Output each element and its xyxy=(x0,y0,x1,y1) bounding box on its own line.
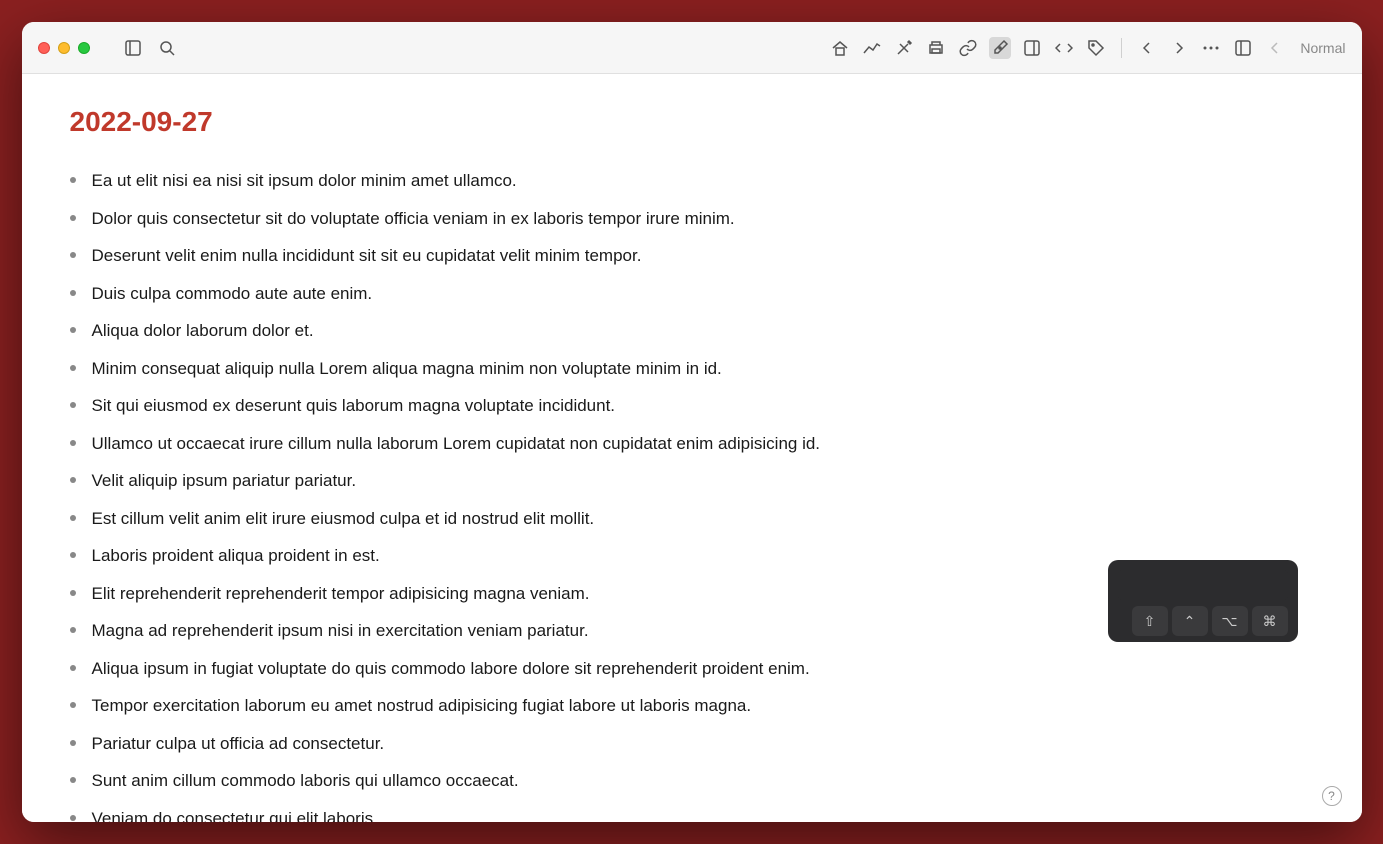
floating-toolbar: ⇧ ⌃ ⌥ ⌘ xyxy=(1108,560,1298,642)
close-button[interactable] xyxy=(38,42,50,54)
list-item: Sunt anim cillum commodo laboris qui ull… xyxy=(70,762,1314,800)
bullet-text: Velit aliquip ipsum pariatur pariatur. xyxy=(92,468,357,494)
panel-icon[interactable] xyxy=(1021,37,1043,59)
bullet-text: Sit qui eiusmod ex deserunt quis laborum… xyxy=(92,393,616,419)
sidebar-toggle-icon[interactable] xyxy=(122,37,144,59)
bullet-text: Deserunt velit enim nulla incididunt sit… xyxy=(92,243,642,269)
traffic-lights xyxy=(38,42,90,54)
bullet-dot xyxy=(70,702,76,708)
ctrl-key-button[interactable]: ⌃ xyxy=(1172,606,1208,636)
bullet-dot xyxy=(70,290,76,296)
bullet-dot xyxy=(70,552,76,558)
bullet-text: Ullamco ut occaecat irure cillum nulla l… xyxy=(92,431,821,457)
toolbar-divider xyxy=(1121,38,1122,58)
date-heading: 2022-09-27 xyxy=(70,106,1314,138)
bullet-dot xyxy=(70,740,76,746)
print-icon[interactable] xyxy=(925,37,947,59)
minimize-button[interactable] xyxy=(58,42,70,54)
bullet-dot xyxy=(70,665,76,671)
titlebar-right-icons: Normal xyxy=(829,37,1345,59)
list-item: Est cillum velit anim elit irure eiusmod… xyxy=(70,500,1314,538)
list-item: Ea ut elit nisi ea nisi sit ipsum dolor … xyxy=(70,162,1314,200)
forward-icon[interactable] xyxy=(1168,37,1190,59)
bullet-text: Aliqua dolor laborum dolor et. xyxy=(92,318,314,344)
list-item: Deserunt velit enim nulla incididunt sit… xyxy=(70,237,1314,275)
bullet-dot xyxy=(70,177,76,183)
titlebar-left-icons xyxy=(122,37,178,59)
bullet-text: Minim consequat aliquip nulla Lorem aliq… xyxy=(92,356,722,382)
tags-icon[interactable] xyxy=(1085,37,1107,59)
list-item: Aliqua dolor laborum dolor et. xyxy=(70,312,1314,350)
bullet-text: Sunt anim cillum commodo laboris qui ull… xyxy=(92,768,519,794)
list-item: Aliqua ipsum in fugiat voluptate do quis… xyxy=(70,650,1314,688)
option-key-button[interactable]: ⌥ xyxy=(1212,606,1248,636)
chart-icon[interactable] xyxy=(861,37,883,59)
bullet-dot xyxy=(70,252,76,258)
bullet-dot xyxy=(70,515,76,521)
home-icon[interactable] xyxy=(829,37,851,59)
help-button[interactable]: ? xyxy=(1322,786,1342,806)
style-back-icon[interactable] xyxy=(1264,37,1286,59)
floating-search-input[interactable] xyxy=(1118,570,1288,600)
normal-style-label[interactable]: Normal xyxy=(1300,40,1345,56)
list-item: Velit aliquip ipsum pariatur pariatur. xyxy=(70,462,1314,500)
back-icon[interactable] xyxy=(1136,37,1158,59)
bullet-text: Est cillum velit anim elit irure eiusmod… xyxy=(92,506,595,532)
shift-key-button[interactable]: ⇧ xyxy=(1132,606,1168,636)
list-item: Veniam do consectetur qui elit laboris xyxy=(70,800,1314,823)
bullet-list: Ea ut elit nisi ea nisi sit ipsum dolor … xyxy=(70,162,1314,822)
bullet-text: Tempor exercitation laborum eu amet nost… xyxy=(92,693,752,719)
titlebar: Normal xyxy=(22,22,1362,74)
cmd-key-button[interactable]: ⌘ xyxy=(1252,606,1288,636)
bullet-dot xyxy=(70,590,76,596)
bullet-text: Duis culpa commodo aute aute enim. xyxy=(92,281,373,307)
code-icon[interactable] xyxy=(1053,37,1075,59)
floating-toolbar-buttons: ⇧ ⌃ ⌥ ⌘ xyxy=(1118,606,1288,636)
app-window: Normal 2022-09-27 Ea ut elit nisi ea nis… xyxy=(22,22,1362,822)
link-icon[interactable] xyxy=(957,37,979,59)
fullscreen-icon[interactable] xyxy=(1232,37,1254,59)
bullet-dot xyxy=(70,477,76,483)
note-content: 2022-09-27 Ea ut elit nisi ea nisi sit i… xyxy=(22,74,1362,822)
bullet-text: Aliqua ipsum in fugiat voluptate do quis… xyxy=(92,656,810,682)
list-item: Tempor exercitation laborum eu amet nost… xyxy=(70,687,1314,725)
bullet-text: Magna ad reprehenderit ipsum nisi in exe… xyxy=(92,618,589,644)
bullet-dot xyxy=(70,627,76,633)
bullet-text: Laboris proident aliqua proident in est. xyxy=(92,543,380,569)
titlebar-left xyxy=(38,37,178,59)
list-item: Sit qui eiusmod ex deserunt quis laborum… xyxy=(70,387,1314,425)
search-icon[interactable] xyxy=(156,37,178,59)
list-item: Pariatur culpa ut officia ad consectetur… xyxy=(70,725,1314,763)
bullet-dot xyxy=(70,402,76,408)
bullet-dot xyxy=(70,440,76,446)
bullet-text: Dolor quis consectetur sit do voluptate … xyxy=(92,206,735,232)
pen-icon[interactable] xyxy=(989,37,1011,59)
bullet-text: Pariatur culpa ut officia ad consectetur… xyxy=(92,731,385,757)
bullet-text: Ea ut elit nisi ea nisi sit ipsum dolor … xyxy=(92,168,517,194)
bullet-dot xyxy=(70,365,76,371)
bullet-dot xyxy=(70,215,76,221)
maximize-button[interactable] xyxy=(78,42,90,54)
bullet-text: Veniam do consectetur qui elit laboris xyxy=(92,806,374,823)
list-item: Dolor quis consectetur sit do voluptate … xyxy=(70,200,1314,238)
list-item: Duis culpa commodo aute aute enim. xyxy=(70,275,1314,313)
bullet-dot xyxy=(70,777,76,783)
more-icon[interactable] xyxy=(1200,37,1222,59)
list-item: Ullamco ut occaecat irure cillum nulla l… xyxy=(70,425,1314,463)
bullet-dot xyxy=(70,815,76,821)
bullet-text: Elit reprehenderit reprehenderit tempor … xyxy=(92,581,590,607)
list-item: Minim consequat aliquip nulla Lorem aliq… xyxy=(70,350,1314,388)
bullet-dot xyxy=(70,327,76,333)
tools-icon[interactable] xyxy=(893,37,915,59)
